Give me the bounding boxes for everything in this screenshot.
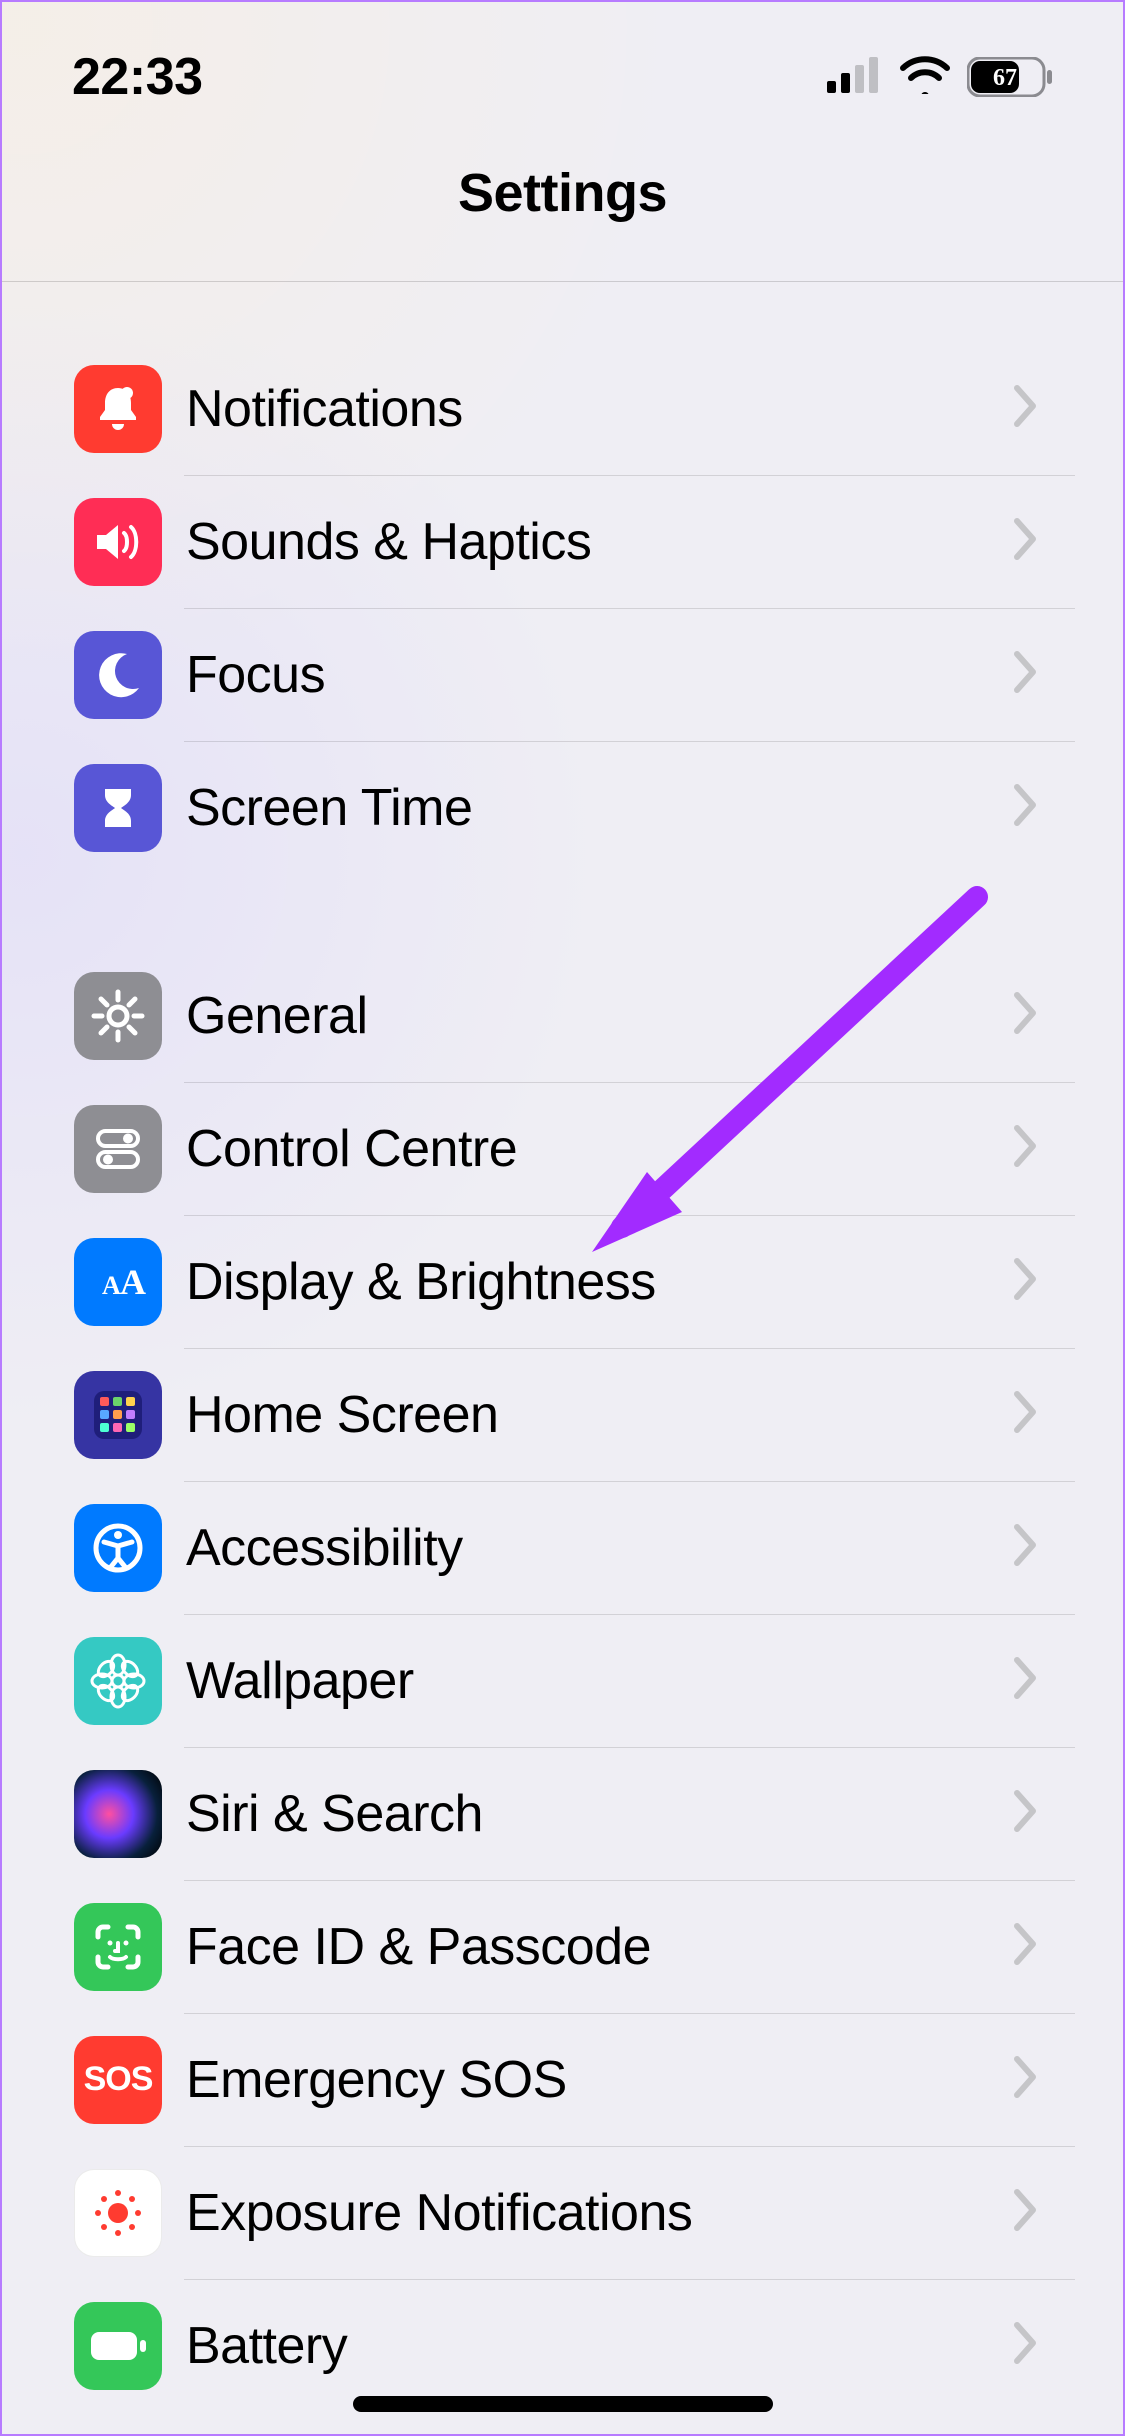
settings-row-accessibility[interactable]: Accessibility [50, 1481, 1075, 1614]
switches-icon [74, 1105, 162, 1193]
settings-row-label: Accessibility [186, 1518, 1013, 1578]
battery-level: 67 [993, 65, 1017, 91]
settings-row-label: Face ID & Passcode [186, 1917, 1013, 1977]
settings-row-sos[interactable]: SOS Emergency SOS [50, 2013, 1075, 2146]
settings-row-homescreen[interactable]: Home Screen [50, 1348, 1075, 1481]
settings-row-siri[interactable]: Siri & Search [50, 1747, 1075, 1880]
settings-row-general[interactable]: General [50, 949, 1075, 1082]
chevron-right-icon [1013, 2055, 1039, 2104]
chevron-right-icon [1013, 1523, 1039, 1572]
hourglass-icon [74, 764, 162, 852]
bell-icon [74, 365, 162, 453]
settings-row-faceid[interactable]: Face ID & Passcode [50, 1880, 1075, 2013]
settings-row-screentime[interactable]: Screen Time [50, 741, 1075, 874]
faceid-icon [74, 1903, 162, 1991]
chevron-right-icon [1013, 650, 1039, 699]
moon-icon [74, 631, 162, 719]
status-time: 22:33 [72, 47, 203, 107]
home-indicator[interactable] [353, 2396, 773, 2412]
exposure-icon [74, 2169, 162, 2257]
chevron-right-icon [1013, 384, 1039, 433]
settings-row-focus[interactable]: Focus [50, 608, 1075, 741]
settings-row-wallpaper[interactable]: Wallpaper [50, 1614, 1075, 1747]
settings-row-exposure[interactable]: Exposure Notifications [50, 2146, 1075, 2279]
settings-row-label: Home Screen [186, 1385, 1013, 1445]
svg-text:A: A [120, 1262, 146, 1302]
settings-row-controlcentre[interactable]: Control Centre [50, 1082, 1075, 1215]
settings-row-label: Emergency SOS [186, 2050, 1013, 2110]
siri-icon [74, 1770, 162, 1858]
battery-icon [74, 2302, 162, 2390]
status-bar: 22:33 67 [2, 2, 1123, 152]
app-grid-icon [74, 1371, 162, 1459]
settings-group: Notifications Sounds & Haptics Focus Screen… [50, 342, 1075, 874]
settings-row-label: Wallpaper [186, 1651, 1013, 1711]
svg-text:A: A [102, 1271, 121, 1300]
wifi-icon [899, 56, 951, 99]
chevron-right-icon [1013, 1124, 1039, 1173]
settings-row-label: Notifications [186, 379, 1013, 439]
chevron-right-icon [1013, 517, 1039, 566]
battery-indicator: 67 [967, 57, 1053, 97]
flower-icon [74, 1637, 162, 1725]
chevron-right-icon [1013, 2188, 1039, 2237]
chevron-right-icon [1013, 991, 1039, 1040]
settings-list[interactable]: Notifications Sounds & Haptics Focus Screen… [2, 282, 1123, 2412]
text-size-icon: AA [74, 1238, 162, 1326]
nav-bar: Settings [2, 152, 1123, 282]
status-indicators: 67 [827, 56, 1053, 99]
settings-row-label: Battery [186, 2316, 1013, 2376]
chevron-right-icon [1013, 1922, 1039, 1971]
settings-row-label: General [186, 986, 1013, 1046]
settings-row-notifications[interactable]: Notifications [50, 342, 1075, 475]
settings-row-label: Display & Brightness [186, 1252, 1013, 1312]
settings-row-label: Screen Time [186, 778, 1013, 838]
settings-row-label: Siri & Search [186, 1784, 1013, 1844]
settings-row-battery[interactable]: Battery [50, 2279, 1075, 2412]
accessibility-icon [74, 1504, 162, 1592]
speaker-icon [74, 498, 162, 586]
settings-row-display[interactable]: AA Display & Brightness [50, 1215, 1075, 1348]
chevron-right-icon [1013, 1656, 1039, 1705]
settings-row-label: Control Centre [186, 1119, 1013, 1179]
chevron-right-icon [1013, 2321, 1039, 2370]
settings-group: General Control Centre AA Display & Brightn… [50, 949, 1075, 2412]
chevron-right-icon [1013, 1789, 1039, 1838]
settings-row-sounds[interactable]: Sounds & Haptics [50, 475, 1075, 608]
cellular-signal-icon [827, 57, 883, 98]
chevron-right-icon [1013, 783, 1039, 832]
sos-icon: SOS [74, 2036, 162, 2124]
settings-row-label: Focus [186, 645, 1013, 705]
page-title: Settings [458, 152, 667, 224]
gear-icon [74, 972, 162, 1060]
chevron-right-icon [1013, 1257, 1039, 1306]
chevron-right-icon [1013, 1390, 1039, 1439]
settings-row-label: Sounds & Haptics [186, 512, 1013, 572]
settings-row-label: Exposure Notifications [186, 2183, 1013, 2243]
